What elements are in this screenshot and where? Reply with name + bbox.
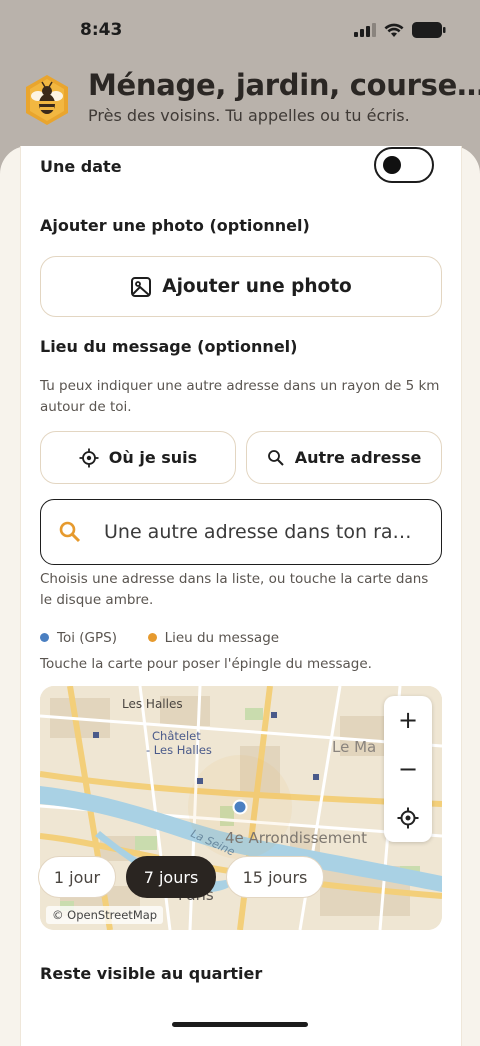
map-attribution[interactable]: © OpenStreetMap xyxy=(46,906,164,924)
map-label-les-halles: Les Halles xyxy=(122,697,183,711)
add-photo-button[interactable]: Ajouter une photo xyxy=(40,256,442,317)
map-label-arrondissement: 4e Arrondissement xyxy=(225,829,367,847)
toggle-knob xyxy=(383,156,401,174)
legend-item-message: Lieu du message xyxy=(147,630,280,646)
wifi-icon xyxy=(384,23,404,37)
add-photo-label: Ajouter une photo xyxy=(162,276,352,297)
form-sheet: Une date Ajouter une photo (optionnel) A… xyxy=(0,146,480,1046)
search-help: Choisis une adresse dans la liste, ou to… xyxy=(40,571,429,608)
here-label: Où je suis xyxy=(108,448,198,467)
map-help: Touche la carte pour poser l'épingle du … xyxy=(40,656,372,672)
zoom-out-button[interactable]: − xyxy=(384,745,432,793)
duration-chip-1-day[interactable]: 1 jour xyxy=(38,856,116,898)
status-time: 8:43 xyxy=(80,20,123,40)
location-help: Tu peux indiquer une autre adresse dans … xyxy=(40,378,440,415)
other-address-label: Autre adresse xyxy=(294,448,422,467)
page-title: Ménage, jardin, course… xyxy=(88,68,480,102)
duration-chip-7-days[interactable]: 7 jours xyxy=(126,856,216,898)
date-toggle[interactable] xyxy=(374,147,434,183)
legend-gps-label: Toi (GPS) xyxy=(57,630,117,646)
page-subtitle: Près des voisins. Tu appelles ou tu écri… xyxy=(88,106,410,125)
crosshair-icon xyxy=(79,448,99,467)
legend-item-gps: Toi (GPS) xyxy=(40,630,117,646)
search-icon xyxy=(59,521,81,543)
home-indicator[interactable] xyxy=(172,1022,308,1027)
zoom-in-button[interactable]: + xyxy=(384,696,432,744)
map-legend: Toi (GPS) Lieu du message xyxy=(40,628,279,649)
message-dot-icon xyxy=(147,632,157,642)
search-icon xyxy=(267,449,284,466)
map-label-chatelet: Châtelet xyxy=(152,729,201,743)
here-button[interactable]: Où je suis xyxy=(40,431,236,484)
bee-logo-icon xyxy=(26,75,68,125)
signal-icon xyxy=(354,23,376,37)
visibility-label: Reste visible au quartier xyxy=(40,964,263,983)
map-label-chatelet2: - Les Halles xyxy=(146,743,212,757)
location-label: Lieu du message (optionnel) xyxy=(40,337,298,356)
form-card: Une date Ajouter une photo (optionnel) A… xyxy=(20,146,462,1046)
map-controls: + − xyxy=(384,696,432,842)
status-bar: 8:43 xyxy=(0,0,480,62)
page-header: Ménage, jardin, course… Près des voisins… xyxy=(0,62,480,150)
date-label: Une date xyxy=(40,157,122,176)
address-search-input[interactable]: Une autre adresse dans ton ra… xyxy=(40,499,442,565)
recenter-button[interactable] xyxy=(384,794,432,842)
crosshair-icon xyxy=(397,807,419,829)
gps-dot-icon xyxy=(40,632,49,642)
search-placeholder: Une autre adresse dans ton ra… xyxy=(104,521,412,543)
image-icon xyxy=(131,276,152,297)
map-label-le-marais: Le Ma xyxy=(332,738,376,756)
photo-label: Ajouter une photo (optionnel) xyxy=(40,216,310,235)
legend-message-label: Lieu du message xyxy=(164,630,280,646)
status-icons xyxy=(354,22,446,38)
battery-icon xyxy=(412,22,446,38)
duration-chip-15-days[interactable]: 15 jours xyxy=(226,856,324,898)
other-address-button[interactable]: Autre adresse xyxy=(246,431,442,484)
